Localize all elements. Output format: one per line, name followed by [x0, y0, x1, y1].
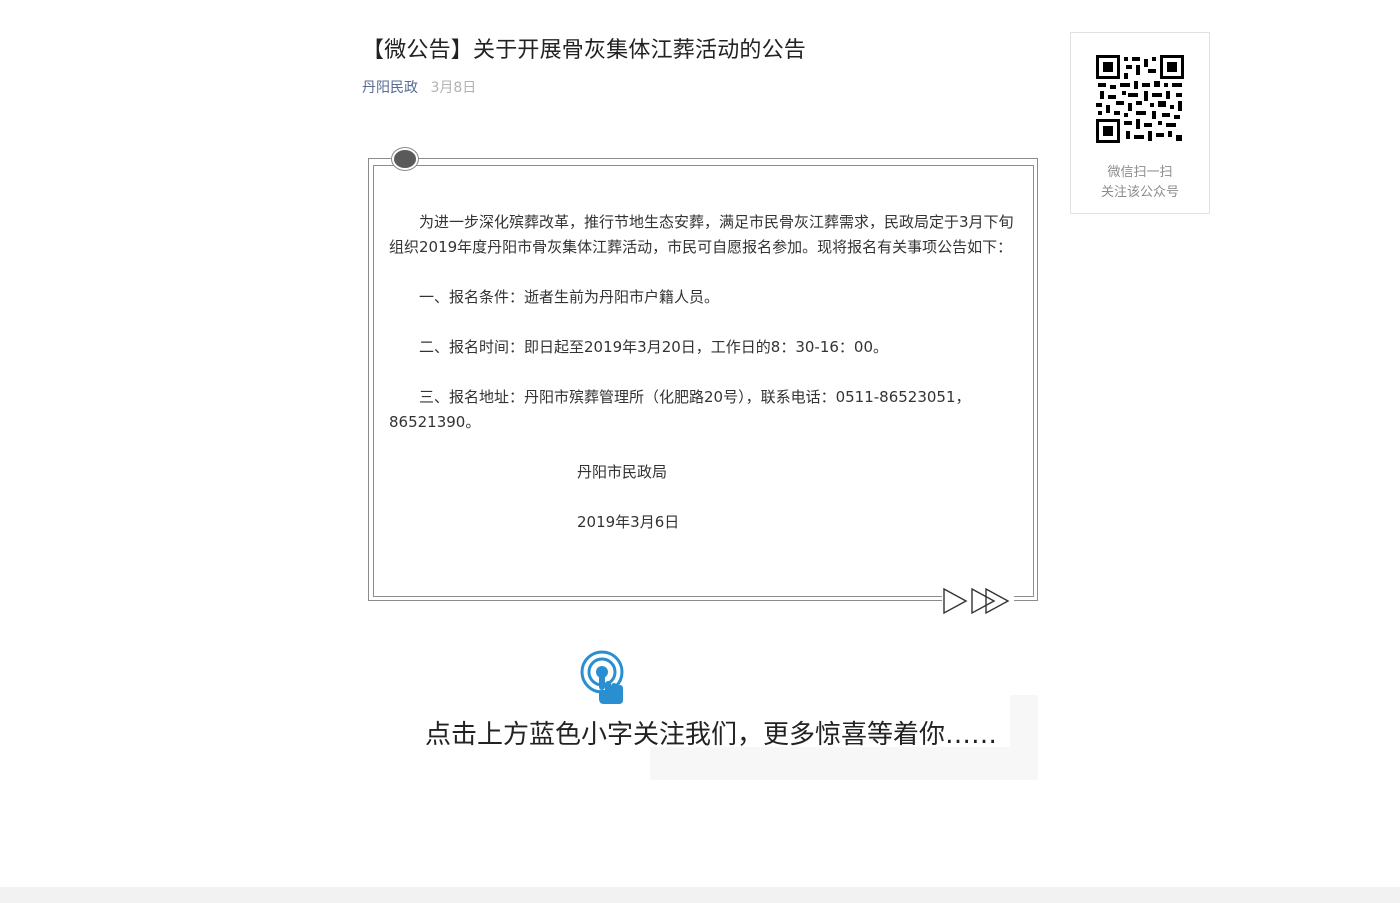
article-meta: 丹阳民政 3月8日 [362, 77, 476, 97]
signature-date: 2019年3月6日 [577, 513, 680, 531]
qr-card: 微信扫一扫 关注该公众号 [1070, 32, 1210, 214]
paragraph-intro: 为进一步深化殡葬改革，推行节地生态安葬，满足市民骨灰江葬需求，民政局定于3月下旬… [389, 213, 1014, 256]
notice-body: 为进一步深化殡葬改革，推行节地生态安葬，满足市民骨灰江葬需求，民政局定于3月下旬… [389, 210, 1025, 560]
frame-dot-decoration [392, 148, 418, 170]
article-title: 【微公告】关于开展骨灰集体江葬活动的公告 [362, 38, 807, 63]
paragraph-address: 三、报名地址：丹阳市殡葬管理所（化肥路20号），联系电话：0511-865230… [389, 388, 971, 431]
footer-strip [0, 887, 1400, 903]
follow-banner: 点击上方蓝色小字关注我们，更多惊喜等着你…… [362, 632, 1038, 782]
paragraph-time: 二、报名时间：即日起至2019年3月20日，工作日的8：30-16：00。 [419, 338, 889, 356]
qr-caption-line1: 微信扫一扫 [1107, 165, 1173, 180]
author-link[interactable]: 丹阳民政 [362, 80, 418, 96]
qr-code-icon [1096, 55, 1184, 143]
qr-caption-line2: 关注该公众号 [1100, 185, 1179, 200]
paragraph-condition: 一、报名条件：逝者生前为丹阳市户籍人员。 [419, 288, 720, 306]
triple-arrow-icon [942, 586, 1014, 616]
tap-finger-icon [580, 650, 624, 704]
follow-banner-text: 点击上方蓝色小字关注我们，更多惊喜等着你…… [425, 720, 998, 750]
signature: 丹阳市民政局 [577, 463, 668, 481]
publish-date: 3月8日 [430, 80, 477, 96]
